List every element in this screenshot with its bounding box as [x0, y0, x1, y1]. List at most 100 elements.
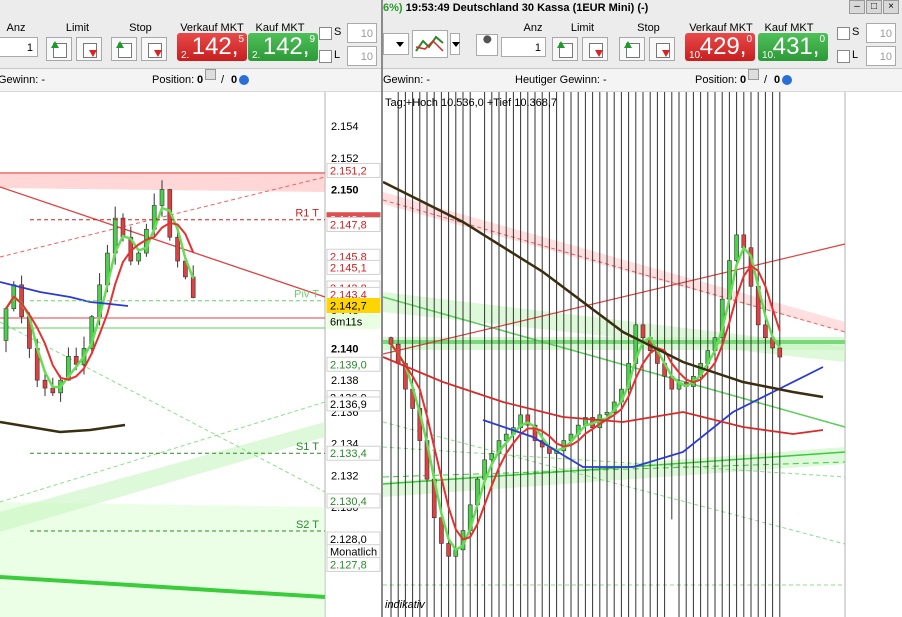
position-label: Position:	[695, 74, 738, 86]
buy-price-main: 431,	[772, 33, 820, 60]
chart-type-dropdown[interactable]	[450, 33, 460, 55]
limit-sell-button[interactable]	[76, 37, 102, 61]
buy-price-prefix: 10.	[762, 50, 776, 61]
gear-icon[interactable]	[239, 75, 249, 85]
sell-market-button[interactable]: 2. 142,5	[177, 33, 247, 61]
limit-checkbox-label: L	[334, 49, 341, 61]
limit-label: Limit	[570, 22, 595, 34]
limit-buy-button[interactable]	[46, 37, 72, 61]
left-price-chart[interactable]: R1 TPiv TS1 TS2 T2.1542.1522.1502.1482.1…	[0, 92, 382, 617]
pivot-level-label: R1 T	[295, 208, 319, 220]
price-tag-label: 2.136,9	[330, 399, 367, 411]
right-price-chart[interactable]: R3 TR2 TR1 TPiv TS1 TS2 T10.60010.55010.…	[383, 92, 902, 617]
price-tag-label: 2.147,8	[330, 219, 367, 231]
limit-distance-input[interactable]: 10	[866, 46, 896, 66]
price-tag-label: 2.127,8	[330, 559, 367, 571]
pivot-level-label: S2 T	[296, 519, 319, 531]
arrow-down-icon	[154, 50, 162, 57]
indicative-footer: indikativ	[385, 599, 426, 611]
price-tag-label: 2.128,0	[330, 534, 367, 546]
candle-body	[446, 543, 451, 557]
candle-body	[42, 379, 48, 389]
candle-body	[604, 411, 610, 416]
buy-price-sup: 9	[309, 34, 315, 45]
left-info-bar: Gewinn: - Position: 0 / 0	[0, 69, 382, 92]
axis-tick-label: 2.138	[331, 375, 359, 387]
stop-checkbox[interactable]	[319, 27, 332, 40]
price-tag-label: 2.145,1	[330, 262, 367, 274]
sell-market-button[interactable]: 10. 429,0	[685, 33, 755, 61]
buy-price-prefix: 2.	[252, 50, 261, 61]
sell-price-prefix: 10.	[689, 50, 703, 61]
candle-body	[190, 276, 196, 298]
arrow-up-icon	[116, 41, 124, 48]
wrench-icon[interactable]	[476, 34, 498, 56]
candle-body	[763, 324, 768, 339]
axis-tick-label: 2.140	[331, 343, 359, 355]
price-tag-label: 2.142,7	[330, 300, 367, 312]
price-tag-label: 2.130,4	[330, 496, 367, 508]
position-value-2: 0	[774, 74, 781, 86]
minimize-button[interactable]: –	[849, 0, 865, 14]
axis-tick-label: 2.150	[331, 185, 359, 197]
day-high-low-info: Tag:+Hoch 10.536,0 +Tief 10.368,7	[385, 97, 557, 109]
arrow-down-icon	[662, 50, 670, 57]
limit-checkbox[interactable]	[319, 50, 332, 63]
qty-input[interactable]: 1	[0, 37, 38, 57]
price-tag-label: 2.151,2	[330, 165, 367, 177]
candle-body	[159, 189, 165, 206]
stop-sell-button[interactable]	[649, 37, 675, 61]
arrow-down-icon	[89, 50, 97, 57]
buy-price-sup: 0	[819, 34, 825, 45]
arrow-up-icon	[624, 41, 632, 48]
limit-sell-button[interactable]	[582, 37, 608, 61]
sell-price-prefix: 2.	[181, 50, 190, 61]
arrow-up-icon	[51, 41, 59, 48]
sell-price-main: 429,	[699, 33, 747, 60]
stop-sell-button[interactable]	[141, 37, 167, 61]
gewinn-text: Gewinn: -	[383, 74, 431, 86]
instrument-title: Deutschland 30 Kassa (1EUR Mini) (-)	[452, 2, 649, 14]
qty-input[interactable]: 1	[501, 37, 546, 57]
stop-buy-button[interactable]	[111, 37, 137, 61]
right-toolbar: 6%) 19:53:49 Deutschland 30 Kassa (1EUR …	[383, 0, 902, 69]
position-value: 0	[740, 74, 747, 86]
candle-body	[388, 337, 394, 345]
candle-body	[175, 236, 180, 262]
limit-buy-button[interactable]	[552, 37, 578, 61]
price-tag-label: Monatlich	[330, 547, 377, 559]
stop-distance-input[interactable]: 10	[347, 23, 377, 43]
chart-type-icon[interactable]	[412, 30, 448, 58]
left-chart-panel: Anz 1 Limit Stop Verkauf MKT 2. 142,5 Kau…	[0, 0, 382, 617]
gear-icon[interactable]	[782, 75, 792, 85]
stop-label: Stop	[637, 22, 660, 34]
position-icon[interactable]	[748, 69, 759, 80]
pivot-level-label: Piv T	[294, 289, 319, 301]
buy-market-button[interactable]: 10. 431,0	[758, 33, 828, 61]
maximize-button[interactable]: □	[866, 0, 882, 14]
timeframe-dropdown[interactable]	[383, 33, 409, 55]
axis-tick-label: 2.152	[331, 153, 359, 165]
axis-tick-label: 2.154	[331, 121, 359, 133]
position-label: Position:	[152, 74, 195, 86]
limit-label: Limit	[65, 22, 90, 34]
price-axis	[845, 92, 902, 617]
stop-checkbox[interactable]	[837, 27, 850, 40]
pivot-level-label: S1 T	[296, 441, 319, 453]
stop-distance-input[interactable]: 10	[866, 23, 896, 43]
buy-price-main: 142,	[262, 33, 310, 60]
candle-body	[734, 234, 739, 261]
right-chart-panel: 6%) 19:53:49 Deutschland 30 Kassa (1EUR …	[383, 0, 902, 617]
position-icon[interactable]	[205, 69, 216, 80]
buy-market-button[interactable]: 2. 142,9	[248, 33, 318, 61]
limit-checkbox-label: L	[852, 49, 859, 61]
candle-body	[489, 453, 495, 461]
limit-distance-input[interactable]: 10	[347, 46, 377, 66]
candle-body	[136, 252, 141, 262]
candle-body	[120, 217, 126, 238]
limit-checkbox[interactable]	[837, 50, 850, 63]
stop-label: Stop	[129, 22, 152, 34]
stop-buy-button[interactable]	[619, 37, 645, 61]
qty-label: Anz	[6, 22, 26, 34]
close-button[interactable]: ×	[883, 0, 899, 14]
